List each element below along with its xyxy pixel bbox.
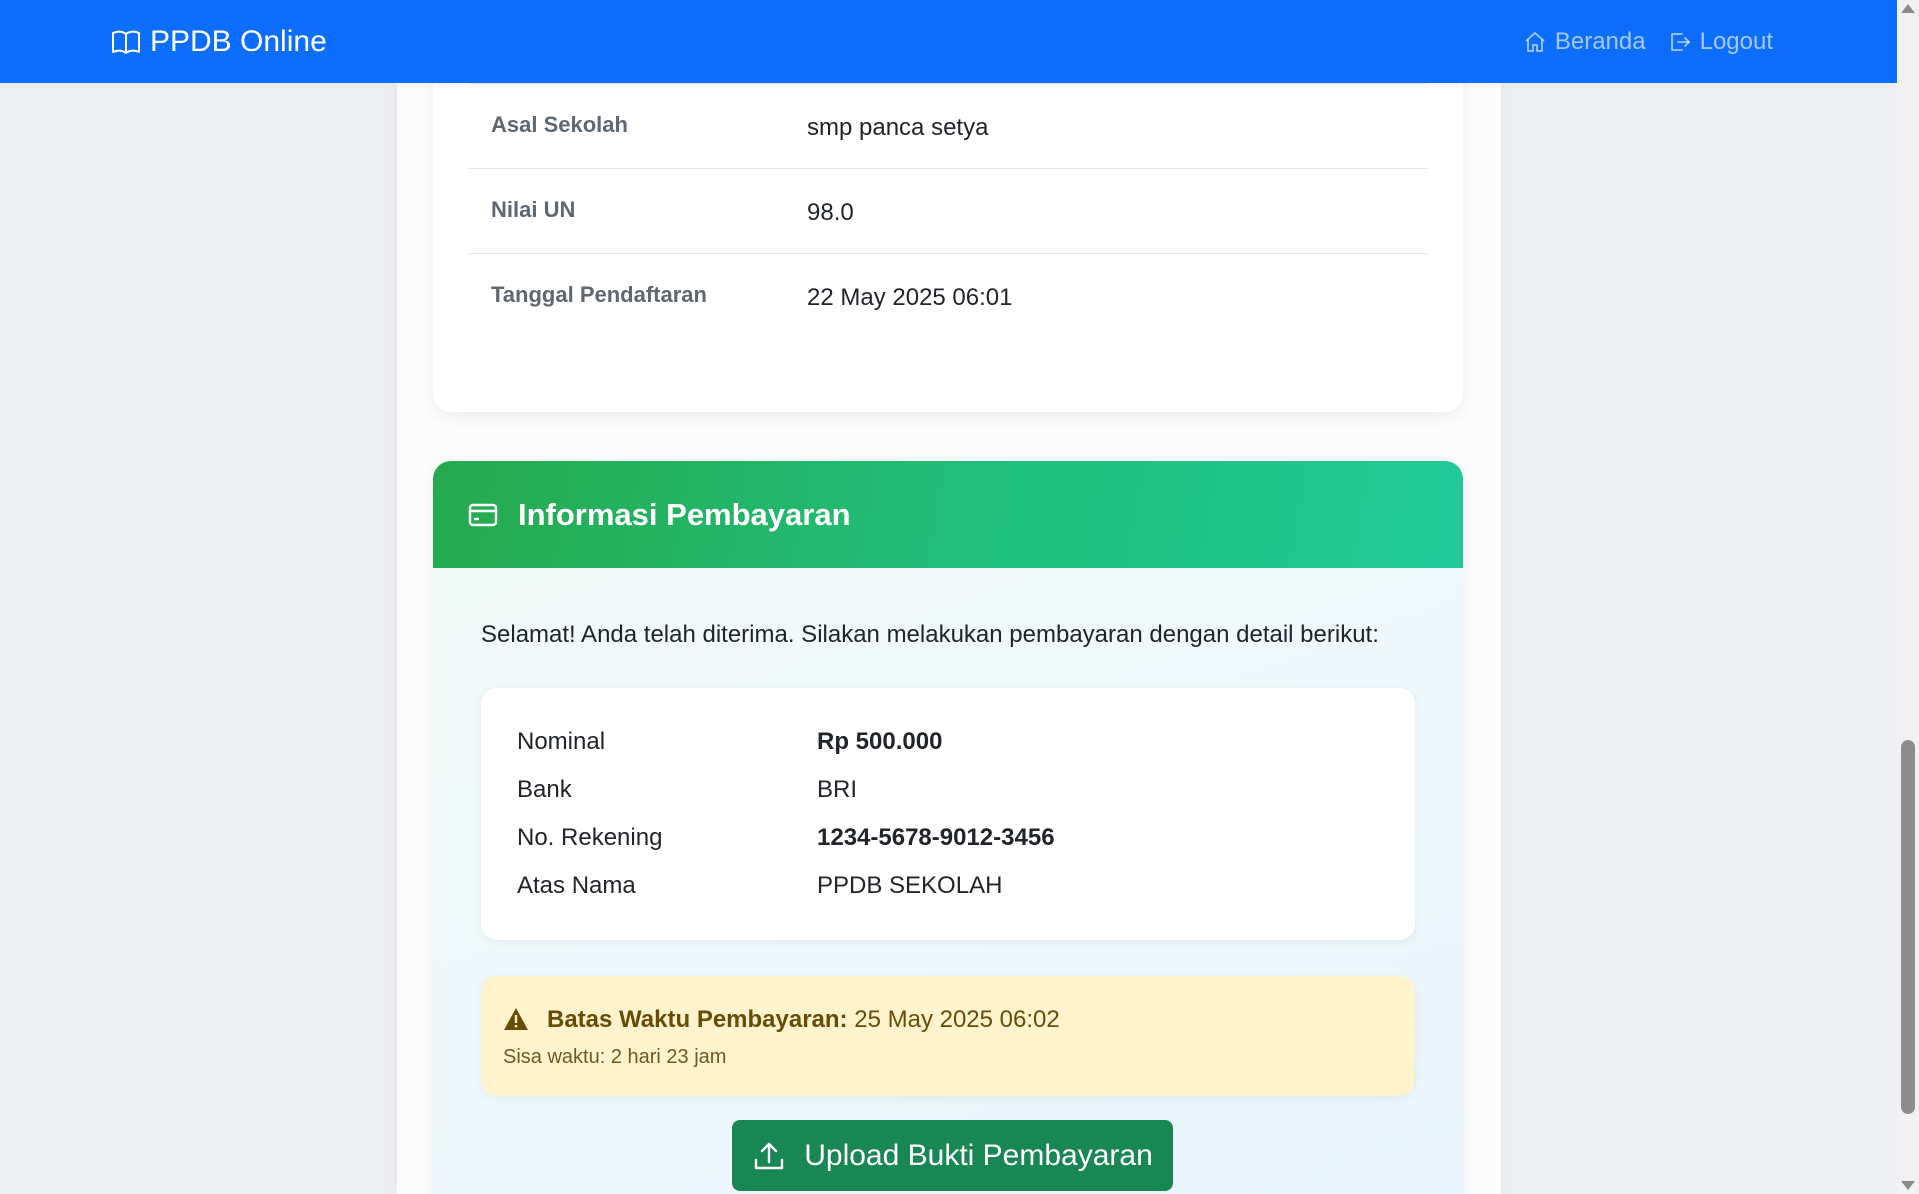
payment-label: Nominal <box>517 728 606 755</box>
detail-label: Asal Sekolah <box>491 112 628 137</box>
detail-row-nilai-un: Nilai UN 98.0 <box>469 169 1427 254</box>
payment-card-title: Informasi Pembayaran <box>518 497 851 532</box>
deadline-line: Batas Waktu Pembayaran: 25 May 2025 06:0… <box>547 1006 1060 1034</box>
nav-links: Beranda Logout <box>1523 22 1773 62</box>
remaining-time: Sisa waktu: 2 hari 23 jam <box>503 1046 727 1068</box>
payment-label: Atas Nama <box>517 872 636 899</box>
brand-label: PPDB Online <box>150 25 327 58</box>
house-icon <box>1525 32 1545 52</box>
warning-triangle-icon <box>504 1008 528 1030</box>
deadline-label: Batas Waktu Pembayaran: <box>547 1006 848 1033</box>
detail-value: 22 May 2025 06:01 <box>807 284 1013 311</box>
book-icon <box>112 30 140 54</box>
upload-proof-button[interactable]: Upload Bukti Pembayaran <box>732 1120 1173 1191</box>
brand[interactable]: PPDB Online <box>110 22 327 62</box>
payment-value: BRI <box>817 776 858 803</box>
nav-link-label: Beranda <box>1554 28 1646 55</box>
payment-intro-text: Selamat! Anda telah diterima. Silakan me… <box>481 621 1379 648</box>
payment-label: No. Rekening <box>517 824 663 851</box>
nav-link-logout[interactable]: Logout <box>1668 28 1773 56</box>
payment-row-bank: Bank BRI <box>517 776 1397 812</box>
detail-value: smp panca setya <box>807 114 989 141</box>
scroll-up-arrow[interactable] <box>1901 4 1915 13</box>
payment-info-card: Informasi Pembayaran Selamat! Anda telah… <box>433 461 1463 1194</box>
payment-value: 1234-5678-9012-3456 <box>817 824 1055 851</box>
main-container: Asal Sekolah smp panca setya Nilai UN 98… <box>397 0 1501 1194</box>
navbar: PPDB Online Beranda Logout <box>0 0 1897 83</box>
payment-label: Bank <box>517 776 572 803</box>
detail-row-asal-sekolah: Asal Sekolah smp panca setya <box>469 84 1427 169</box>
scroll-thumb[interactable] <box>1901 740 1915 1114</box>
payment-row-nominal: Nominal Rp 500.000 <box>517 728 1397 764</box>
logout-icon <box>1670 33 1690 51</box>
upload-icon <box>755 1142 784 1169</box>
payment-value: Rp 500.000 <box>817 728 943 755</box>
payment-row-atas-nama: Atas Nama PPDB SEKOLAH <box>517 872 1397 908</box>
nav-link-label: Logout <box>1699 28 1773 55</box>
nav-link-beranda[interactable]: Beranda <box>1523 28 1646 56</box>
payment-details-box: Nominal Rp 500.000 Bank BRI No. Rekening… <box>481 688 1415 940</box>
scroll-down-arrow[interactable] <box>1901 1181 1915 1190</box>
payment-row-rekening: No. Rekening 1234-5678-9012-3456 <box>517 824 1397 860</box>
deadline-value: 25 May 2025 06:02 <box>854 1006 1060 1033</box>
payment-deadline-alert: Batas Waktu Pembayaran: 25 May 2025 06:0… <box>481 976 1415 1096</box>
payment-value: PPDB SEKOLAH <box>817 872 1003 899</box>
detail-label: Tanggal Pendaftaran <box>491 282 707 307</box>
detail-label: Nilai UN <box>491 197 576 222</box>
page-scrollbar[interactable] <box>1897 0 1919 1194</box>
upload-button-label: Upload Bukti Pembayaran <box>804 1138 1153 1172</box>
payment-card-header: Informasi Pembayaran <box>433 461 1463 568</box>
detail-row-tanggal-pendaftaran: Tanggal Pendaftaran 22 May 2025 06:01 <box>469 254 1427 339</box>
credit-card-icon <box>468 503 498 527</box>
detail-value: 98.0 <box>807 199 854 226</box>
